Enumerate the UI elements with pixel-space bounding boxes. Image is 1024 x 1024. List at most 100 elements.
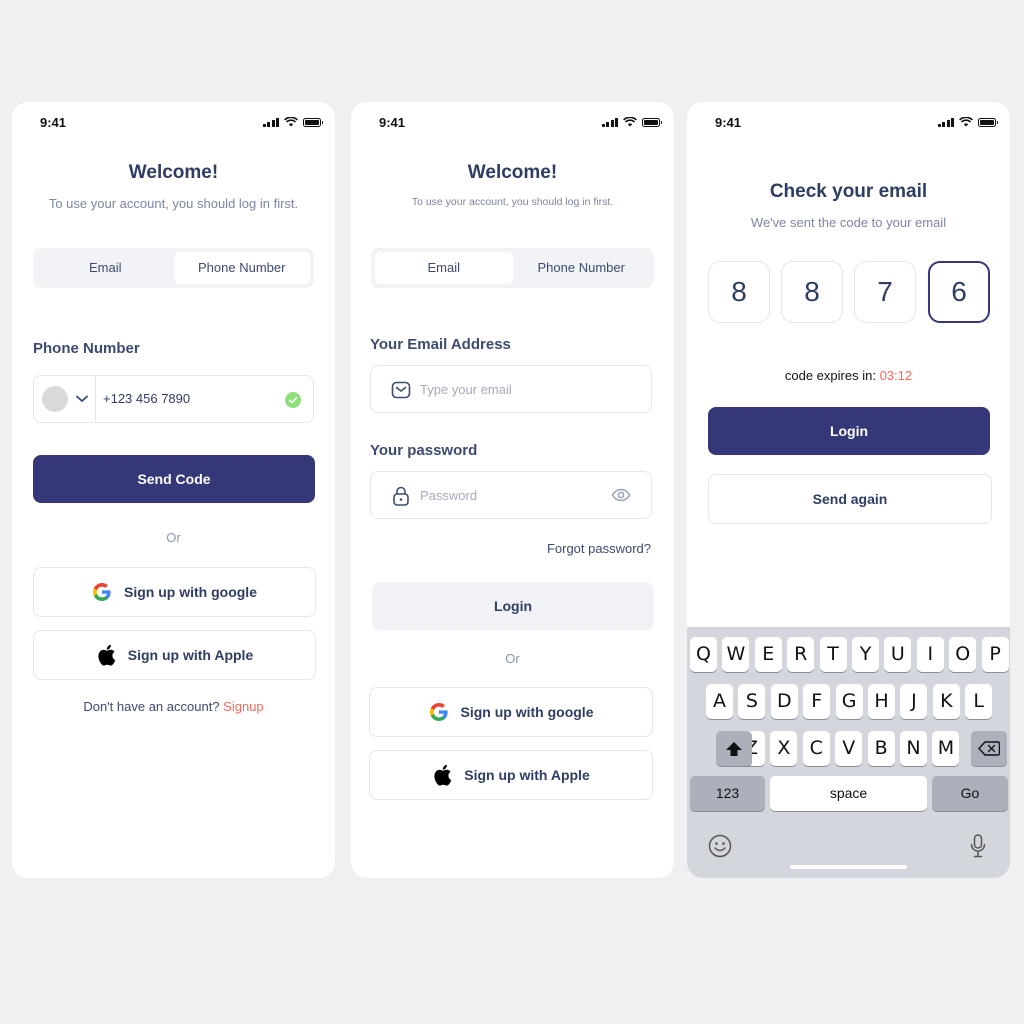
key-n[interactable]: N <box>900 731 927 766</box>
apple-signup-button[interactable]: Sign up with Apple <box>33 630 316 680</box>
login-button[interactable]: Login <box>708 407 990 455</box>
key-x[interactable]: X <box>770 731 798 766</box>
google-signup-label: Sign up with google <box>460 704 594 720</box>
page-subtitle: We've sent the code to your email <box>750 215 947 230</box>
phone-number-field: +123 456 7890 <box>33 375 314 423</box>
wifi-icon <box>623 117 637 127</box>
cellular-signal-icon <box>262 117 279 127</box>
phone-login-screen: 9:41 Welcome! To use your account, you s… <box>12 102 335 878</box>
key-d[interactable]: D <box>770 684 798 719</box>
key-l[interactable]: L <box>965 684 993 719</box>
login-method-tabs: Email Phone Number <box>371 248 654 288</box>
key-r[interactable]: R <box>787 637 815 672</box>
key-q[interactable]: Q <box>690 637 717 672</box>
tab-email[interactable]: Email <box>375 252 513 284</box>
apple-icon <box>98 644 116 666</box>
email-label: Your Email Address <box>370 336 511 353</box>
key-v[interactable]: V <box>835 731 863 766</box>
otp-digit-3[interactable]: 7 <box>854 261 916 323</box>
country-flag-icon <box>41 386 68 412</box>
emoji-icon[interactable] <box>708 834 732 858</box>
otp-digit-4[interactable]: 6 <box>928 261 990 323</box>
key-m[interactable]: M <box>932 731 960 766</box>
tab-phone-number[interactable]: Phone Number <box>173 252 310 284</box>
go-key[interactable]: Go <box>932 776 1008 811</box>
country-code-selector[interactable] <box>34 376 96 422</box>
tab-email[interactable]: Email <box>37 252 174 284</box>
page-subtitle: To use your account, you should log in f… <box>48 196 299 211</box>
backspace-icon <box>978 741 1000 756</box>
otp-digit-2[interactable]: 8 <box>781 261 843 323</box>
login-method-tabs: Email Phone Number <box>33 248 314 288</box>
page-title: Welcome! <box>128 162 219 183</box>
key-s[interactable]: S <box>738 684 766 719</box>
send-code-button[interactable]: Send Code <box>33 455 315 503</box>
password-field[interactable]: Password <box>370 471 652 519</box>
verify-code-screen: 9:41 Check your email We've sent the cod… <box>687 102 1010 878</box>
google-icon <box>429 703 448 721</box>
key-e[interactable]: E <box>754 637 782 672</box>
code-expiry: code expires in: 03:12 <box>687 368 1010 383</box>
cellular-signal-icon <box>601 117 618 127</box>
key-f[interactable]: F <box>803 684 831 719</box>
status-time: 9:41 <box>715 115 742 130</box>
email-placeholder: Type your email <box>420 382 512 397</box>
signup-link[interactable]: Signup <box>223 699 263 714</box>
google-signup-button[interactable]: Sign up with google <box>369 687 653 737</box>
chevron-down-icon <box>75 395 88 403</box>
key-j[interactable]: J <box>900 684 928 719</box>
google-signup-label: Sign up with google <box>124 584 257 600</box>
password-placeholder: Password <box>420 488 478 503</box>
space-key[interactable]: space <box>770 776 927 811</box>
status-time: 9:41 <box>40 115 67 130</box>
apple-signup-button[interactable]: Sign up with Apple <box>369 750 653 800</box>
page-title: Welcome! <box>467 162 558 183</box>
key-c[interactable]: C <box>802 731 830 766</box>
eye-icon[interactable] <box>611 488 631 502</box>
key-o[interactable]: O <box>949 637 977 672</box>
key-h[interactable]: H <box>868 684 895 719</box>
battery-icon <box>642 117 662 127</box>
forgot-password-link[interactable]: Forgot password? <box>547 541 651 556</box>
mail-icon <box>391 381 411 399</box>
password-label: Your password <box>370 442 478 459</box>
page-title: Check your email <box>769 181 928 202</box>
key-p[interactable]: P <box>981 637 1009 672</box>
key-g[interactable]: G <box>835 684 863 719</box>
otp-digit-1[interactable]: 8 <box>708 261 770 323</box>
tab-phone-number[interactable]: Phone Number <box>513 252 651 284</box>
keyboard: QWERTYUIOP ASDFGHJKL ZXCVBNM 123 space G… <box>687 627 1010 878</box>
key-a[interactable]: A <box>706 684 733 719</box>
key-b[interactable]: B <box>867 731 895 766</box>
status-bar: 9:41 <box>687 102 1010 142</box>
phone-number-input[interactable]: +123 456 7890 <box>103 391 190 406</box>
no-account-text: Don't have an account? <box>83 699 220 714</box>
status-time: 9:41 <box>379 115 406 130</box>
apple-signup-label: Sign up with Apple <box>127 647 254 663</box>
key-y[interactable]: Y <box>852 637 879 672</box>
home-indicator <box>790 865 907 869</box>
or-divider: Or <box>505 651 520 666</box>
send-again-button[interactable]: Send again <box>708 474 992 524</box>
key-w[interactable]: W <box>722 637 750 672</box>
key-k[interactable]: K <box>932 684 960 719</box>
login-button[interactable]: Login <box>372 582 654 630</box>
or-divider: Or <box>166 530 181 545</box>
phone-number-label: Phone Number <box>33 340 140 357</box>
shift-key[interactable] <box>716 731 752 766</box>
battery-icon <box>303 117 323 127</box>
numbers-key[interactable]: 123 <box>690 776 765 811</box>
key-u[interactable]: U <box>884 637 912 672</box>
status-bar: 9:41 <box>351 102 674 142</box>
battery-icon <box>978 117 998 127</box>
email-field[interactable]: Type your email <box>370 365 652 413</box>
shift-arrow-icon <box>726 741 742 756</box>
backspace-key[interactable] <box>971 731 1007 766</box>
key-t[interactable]: T <box>819 637 847 672</box>
cellular-signal-icon <box>937 117 954 127</box>
google-signup-button[interactable]: Sign up with google <box>33 567 316 617</box>
expires-timer: 03:12 <box>879 368 913 383</box>
key-i[interactable]: I <box>916 637 944 672</box>
microphone-icon[interactable] <box>970 834 986 858</box>
signup-prompt: Don't have an account? Signup <box>12 699 335 714</box>
